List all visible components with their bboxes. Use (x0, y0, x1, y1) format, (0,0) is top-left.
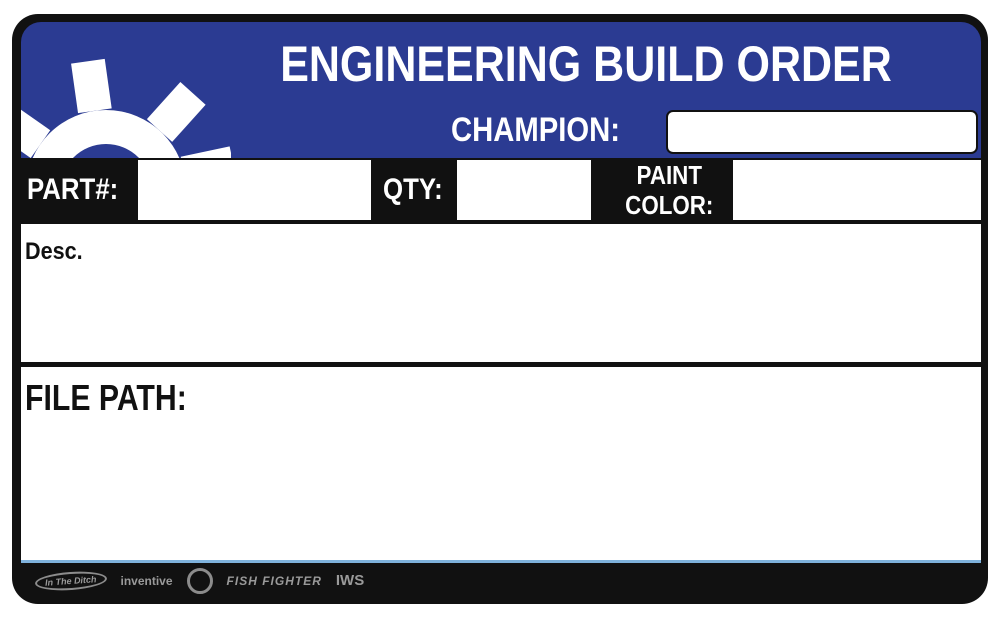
description-label: Desc. (25, 238, 83, 265)
inventive-logo: inventive (120, 574, 173, 588)
qty-label: QTY: (383, 173, 443, 206)
file-path-label: FILE PATH: (25, 377, 187, 418)
gear-icon (21, 58, 231, 158)
iws-sales-logo: IWS (335, 572, 365, 589)
description-field[interactable]: Desc. (21, 224, 981, 362)
header-banner: ENGINEERING BUILD ORDER CHAMPION: (21, 22, 981, 158)
in-the-ditch-logo: In The Ditch (34, 569, 108, 593)
file-path-field[interactable]: FILE PATH: (21, 367, 981, 563)
part-number-field[interactable] (138, 160, 371, 220)
seal-logo (186, 568, 213, 594)
champion-label: CHAMPION: (451, 111, 620, 149)
paint-color-field[interactable] (733, 160, 981, 220)
fish-fighter-logo: FISH FIGHTER (226, 574, 322, 588)
part-label: PART#: (27, 173, 119, 206)
footer-logo-strip: In The Ditch inventive FISH FIGHTER IWS (21, 564, 988, 598)
paint-label-line2: COLOR: (624, 190, 714, 220)
paint-label-line1: PAINT (636, 160, 702, 190)
qty-field[interactable] (457, 160, 591, 220)
champion-field[interactable] (666, 110, 978, 154)
part-qty-paint-row: PART#: QTY: PAINT COLOR: (21, 160, 981, 220)
paint-color-label: PAINT COLOR: (609, 160, 729, 220)
build-order-card: ENGINEERING BUILD ORDER CHAMPION: PART#:… (12, 14, 988, 604)
page-title: ENGINEERING BUILD ORDER (280, 36, 892, 92)
